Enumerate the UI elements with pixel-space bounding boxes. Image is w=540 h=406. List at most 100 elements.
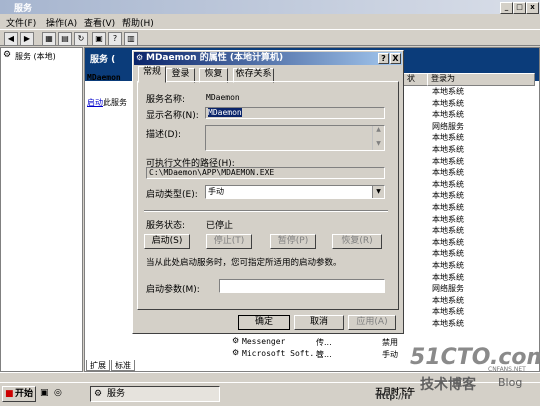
- logon-cell: 本地系统: [432, 145, 464, 154]
- logon-cell: 本地系统: [432, 133, 464, 143]
- windows-logo-icon: ■: [5, 389, 14, 399]
- resume-button[interactable]: 恢复(R): [332, 234, 382, 249]
- service-status-value: 已停止: [206, 221, 234, 231]
- menu-action[interactable]: 操作(A): [46, 16, 77, 29]
- startup-type-label: 启动类型(E):: [146, 190, 198, 200]
- path-field: C:\MDaemon\APP\MDAEMON.EXE: [146, 167, 385, 179]
- gear-icon: ⚙: [94, 389, 103, 399]
- dialog-help-button[interactable]: ?: [378, 53, 389, 64]
- tab-extended[interactable]: 扩展: [86, 360, 110, 371]
- tree-pane: ⚙ 服务 (本地): [0, 47, 83, 372]
- description-pane: MDaemon 启动此服务: [85, 73, 133, 361]
- service-name-label: 服务名称:: [146, 95, 186, 105]
- menu-help[interactable]: 帮助(H): [122, 16, 154, 29]
- service-row-startup: 禁用: [382, 338, 398, 347]
- console-tree-icon[interactable]: ▦: [42, 32, 56, 46]
- toolbar: ◀ ▶ ▦ ▤ ↻ ▣ ? ▥: [0, 29, 540, 46]
- column-header-logon[interactable]: 登录为: [427, 73, 535, 86]
- start-service-link-rest: 此服务: [103, 98, 127, 107]
- description-field[interactable]: [205, 125, 385, 151]
- maximize-button[interactable]: □: [513, 2, 526, 14]
- logon-cell: 本地系统: [432, 110, 464, 120]
- logon-cell: 本地系统: [432, 87, 464, 96]
- logon-cell: 本地系统: [432, 98, 464, 108]
- logon-cell: 网络服务: [432, 284, 464, 294]
- watermark-url: http://fr: [376, 392, 412, 401]
- start-button[interactable]: 启动(S): [144, 234, 190, 249]
- watermark-small: CNFANS.NET: [488, 366, 526, 373]
- watermark-sub: 技术博客: [420, 377, 476, 393]
- menu-bar: 文件(F) 操作(A) 查看(V) 帮助(H): [0, 14, 540, 29]
- logon-cell: 本地系统: [432, 203, 464, 212]
- logon-cell: 本地系统: [432, 226, 464, 236]
- logon-cell: 本地系统: [432, 156, 464, 166]
- startup-type-value: 手动: [208, 187, 224, 196]
- start-label: 开始: [15, 389, 34, 399]
- service-row-icon: ⚙: [232, 336, 240, 345]
- gear-icon: ⚙: [3, 50, 12, 60]
- logon-cell: 本地系统: [432, 272, 464, 282]
- task-label: 服务: [107, 389, 126, 399]
- close-button[interactable]: x: [526, 2, 539, 14]
- watermark-blog: Blog: [498, 376, 523, 389]
- dialog-title: MDaemon 的属性 (本地计算机): [146, 53, 284, 63]
- gear-icon: ⚙: [136, 53, 144, 62]
- pause-button[interactable]: 暂停(P): [270, 234, 316, 249]
- logon-cell: 本地系统: [432, 249, 464, 259]
- startup-params-input[interactable]: [219, 279, 385, 293]
- logon-cell: 本地系统: [432, 168, 464, 178]
- properties-icon[interactable]: ▤: [58, 32, 72, 46]
- logon-cell: 网络服务: [432, 121, 464, 131]
- tree-root[interactable]: 服务 (本地): [15, 51, 56, 62]
- logon-cell: 本地系统: [432, 237, 464, 247]
- export-icon[interactable]: ▣: [92, 32, 106, 46]
- explorer-icon[interactable]: ◎: [54, 388, 62, 398]
- description-label: 描述(D):: [146, 130, 181, 140]
- startup-type-select[interactable]: 手动 ▼: [205, 185, 385, 199]
- logon-cell: 本地系统: [432, 319, 464, 328]
- display-name-value: MDaemon: [208, 108, 242, 117]
- dialog-close-button[interactable]: X: [390, 53, 401, 64]
- menu-view[interactable]: 查看(V): [84, 16, 115, 29]
- service-row-name[interactable]: Microsoft Soft...: [242, 349, 324, 358]
- display-name-field[interactable]: MDaemon: [205, 107, 385, 119]
- stop-button[interactable]: 停止(T): [206, 234, 252, 249]
- task-services[interactable]: ⚙ 服务: [90, 386, 220, 402]
- cancel-button[interactable]: 取消: [294, 315, 344, 330]
- service-row-status: 管...: [316, 350, 332, 359]
- content-header-title: 服务 (: [90, 55, 116, 65]
- help-icon[interactable]: ?: [108, 32, 122, 46]
- divider: [144, 210, 388, 212]
- forward-icon[interactable]: ▶: [20, 32, 34, 46]
- quicklaunch-icon[interactable]: ▣: [40, 388, 49, 398]
- view-icon[interactable]: ▥: [124, 32, 138, 46]
- start-button-taskbar[interactable]: ■ 开始: [2, 386, 36, 402]
- window-title: 服务: [14, 4, 33, 14]
- description-scrollbar[interactable]: ▲ ▼: [372, 126, 384, 150]
- service-row-startup: 手动: [382, 350, 398, 359]
- tab-standard[interactable]: 标准: [111, 360, 135, 371]
- service-row-icon: ⚙: [232, 348, 240, 357]
- logon-cell: 本地系统: [432, 214, 464, 224]
- logon-cell: 本地系统: [432, 295, 464, 305]
- startup-params-label: 启动参数(M):: [146, 285, 200, 295]
- selected-service-name: MDaemon: [87, 73, 121, 82]
- logon-cell: 本地系统: [432, 179, 464, 189]
- ok-button[interactable]: 确定: [238, 315, 290, 330]
- window-titlebar: 服务 _ □ x: [0, 0, 540, 14]
- dialog-titlebar: MDaemon 的属性 (本地计算机): [134, 52, 402, 65]
- service-name-value: MDaemon: [206, 93, 240, 102]
- refresh-icon[interactable]: ↻: [74, 32, 88, 46]
- logon-cell: 本地系统: [432, 307, 464, 317]
- logon-cell: 本地系统: [432, 191, 464, 201]
- start-service-link[interactable]: 启动: [87, 98, 103, 107]
- service-row-name[interactable]: Messenger: [242, 337, 285, 346]
- apply-button[interactable]: 应用(A): [348, 315, 396, 330]
- logon-cell: 本地系统: [432, 261, 464, 270]
- startup-params-hint: 当从此处启动服务时，您可指定所适用的启动参数。: [146, 258, 342, 268]
- menu-file[interactable]: 文件(F): [6, 16, 36, 29]
- minimize-button[interactable]: _: [500, 2, 513, 14]
- chevron-down-icon[interactable]: ▼: [372, 186, 384, 198]
- back-icon[interactable]: ◀: [4, 32, 18, 46]
- tab-general[interactable]: 常规: [138, 66, 166, 83]
